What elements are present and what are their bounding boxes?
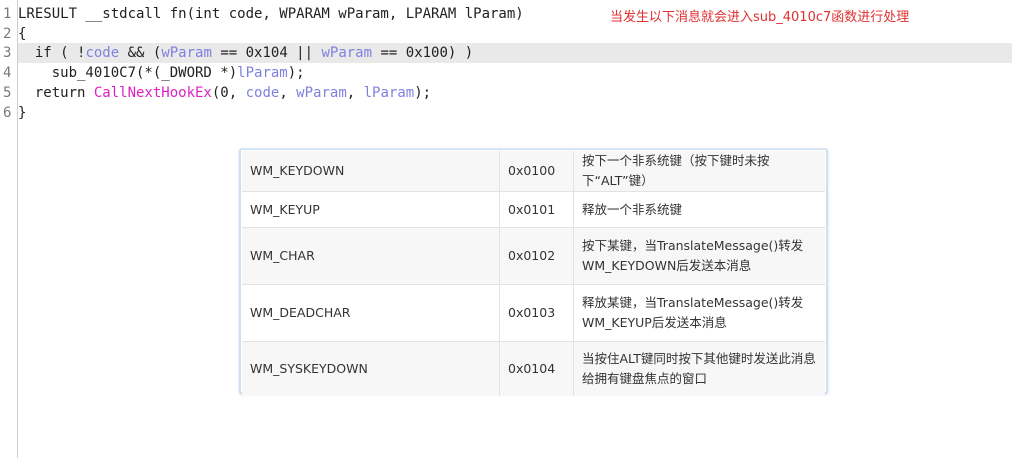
code-token-plain: == 0x100) ) bbox=[372, 45, 474, 61]
annotation-note: 当发生以下消息就会进入sub_4010c7函数进行处理 bbox=[610, 10, 910, 25]
table-row: WM_KEYUP 0x0101 释放一个非系统键 bbox=[242, 191, 825, 228]
code-line[interactable]: { bbox=[18, 24, 1012, 44]
line-number: 5 bbox=[3, 85, 12, 101]
code-token-plain: ); bbox=[287, 65, 305, 81]
message-code: 0x0101 bbox=[499, 191, 574, 228]
code-token-plain: LRESULT __stdcall fn(int code, WPARAM wP… bbox=[18, 6, 524, 22]
code-token-plain: && ( bbox=[119, 45, 162, 61]
line-number: 3 bbox=[3, 45, 12, 61]
code-token-var: code bbox=[245, 85, 280, 101]
code-token-plain: return bbox=[18, 85, 94, 101]
message-code: 0x0104 bbox=[499, 341, 574, 396]
line-number: 1 bbox=[3, 6, 12, 22]
code-token-var: lParam bbox=[363, 85, 415, 101]
code-line[interactable]: } bbox=[18, 103, 1012, 123]
code-line-highlighted[interactable]: if ( !code && (wParam == 0x104 || wParam… bbox=[18, 43, 1012, 63]
code-token-plain: ); bbox=[414, 85, 432, 101]
line-number: 4 bbox=[3, 65, 12, 81]
message-name: WM_KEYUP bbox=[242, 191, 500, 228]
code-token-var: code bbox=[85, 45, 120, 61]
code-token-plain: , bbox=[279, 85, 297, 101]
message-description: 当按住ALT键同时按下其他键时发送此消息给拥有键盘焦点的窗口 bbox=[573, 341, 825, 396]
message-code: 0x0100 bbox=[499, 151, 574, 192]
code-token-plain: , bbox=[346, 85, 364, 101]
code-token-plain: { bbox=[18, 26, 27, 42]
code-token-plain: (0, bbox=[211, 85, 246, 101]
line-number-gutter: 1 2 3 4 5 6 bbox=[0, 0, 18, 458]
message-description: 释放一个非系统键 bbox=[573, 191, 825, 228]
code-token-var: lParam bbox=[237, 65, 288, 81]
message-name: WM_CHAR bbox=[242, 227, 500, 285]
code-token-var: wParam bbox=[321, 45, 373, 61]
keyboard-messages-table-card: WM_KEYDOWN 0x0100 按下一个非系统键（按下键时未按下“ALT”键… bbox=[240, 149, 827, 396]
message-name: WM_SYSKEYDOWN bbox=[242, 341, 500, 396]
code-line[interactable]: sub_4010C7(*(_DWORD *)lParam); bbox=[18, 63, 1012, 83]
message-description: 按下一个非系统键（按下键时未按下“ALT”键） bbox=[573, 151, 825, 192]
code-token-plain: } bbox=[18, 105, 27, 121]
message-name: WM_DEADCHAR bbox=[242, 284, 500, 342]
line-number: 6 bbox=[3, 105, 12, 121]
code-token-var: wParam bbox=[161, 45, 212, 61]
keyboard-messages-table: WM_KEYDOWN 0x0100 按下一个非系统键（按下键时未按下“ALT”键… bbox=[242, 151, 825, 396]
code-token-plain: sub_4010C7(*(_DWORD *) bbox=[18, 65, 238, 81]
code-token-fn: CallNextHookEx bbox=[93, 85, 212, 101]
message-code: 0x0103 bbox=[499, 284, 574, 342]
message-description: 释放某键，当TranslateMessage()转发WM_KEYUP后发送本消息 bbox=[573, 284, 825, 342]
message-description: 按下某键，当TranslateMessage()转发WM_KEYDOWN后发送本… bbox=[573, 227, 825, 285]
table-row: WM_DEADCHAR 0x0103 释放某键，当TranslateMessag… bbox=[242, 284, 825, 342]
table-row: WM_CHAR 0x0102 按下某键，当TranslateMessage()转… bbox=[242, 227, 825, 285]
code-token-plain: if ( ! bbox=[18, 45, 86, 61]
message-code: 0x0102 bbox=[499, 227, 574, 285]
table-row: WM_KEYDOWN 0x0100 按下一个非系统键（按下键时未按下“ALT”键… bbox=[242, 151, 825, 192]
code-token-plain: == 0x104 || bbox=[211, 45, 322, 61]
message-name: WM_KEYDOWN bbox=[242, 151, 500, 192]
code-line[interactable]: return CallNextHookEx(0, code, wParam, l… bbox=[18, 83, 1012, 103]
code-token-var: wParam bbox=[296, 85, 347, 101]
line-number: 2 bbox=[3, 26, 12, 42]
table-row: WM_SYSKEYDOWN 0x0104 当按住ALT键同时按下其他键时发送此消… bbox=[242, 341, 825, 396]
